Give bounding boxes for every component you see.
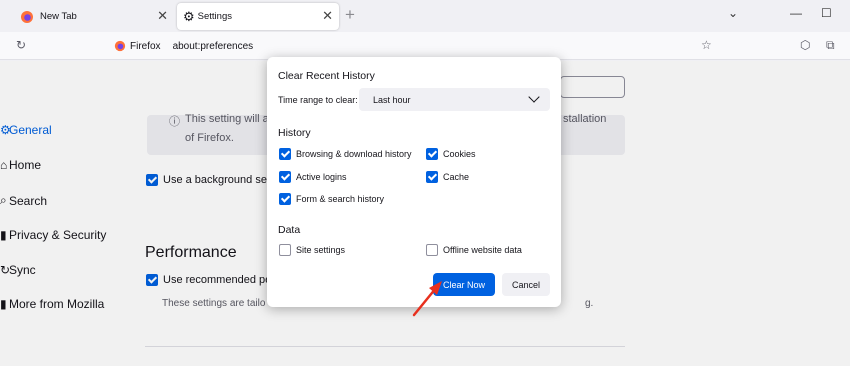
checkbox-label: Cookies bbox=[443, 149, 476, 159]
tab-strip: New Tab ✕ ⚙ Settings ✕ + ⌄ — ☐ bbox=[0, 0, 850, 32]
reload-icon[interactable]: ↻ bbox=[16, 38, 26, 52]
nav-bar: ↻ Firefox about:preferences ☆ ⬡ ⧉ bbox=[0, 32, 850, 60]
tab-settings[interactable]: ⚙ Settings ✕ bbox=[177, 3, 339, 30]
checkbox-unchecked[interactable] bbox=[279, 244, 291, 256]
history-heading: History bbox=[278, 127, 311, 139]
time-range-label: Time range to clear: bbox=[278, 95, 358, 105]
maximize-icon[interactable]: ☐ bbox=[821, 6, 832, 20]
identity-box[interactable]: Firefox bbox=[108, 40, 167, 52]
time-range-select[interactable]: Last hour bbox=[359, 88, 550, 111]
data-heading: Data bbox=[278, 224, 301, 236]
chevron-down-icon bbox=[528, 91, 540, 103]
tab-label: Settings bbox=[197, 11, 232, 22]
extensions-icon[interactable]: ⧉ bbox=[826, 38, 835, 53]
identity-label: Firefox bbox=[130, 40, 161, 52]
url-text: about:preferences bbox=[172, 40, 254, 52]
browsing-history-checkbox[interactable]: Browsing & download history bbox=[279, 148, 412, 160]
tab-new-tab[interactable]: New Tab ✕ bbox=[8, 3, 174, 30]
pocket-icon[interactable]: ⬡ bbox=[800, 38, 810, 52]
close-icon[interactable]: ✕ bbox=[322, 9, 333, 23]
url-bar[interactable]: Firefox about:preferences bbox=[108, 35, 728, 57]
site-settings-checkbox[interactable]: Site settings bbox=[279, 244, 345, 256]
checkbox-label: Browsing & download history bbox=[296, 149, 412, 159]
checkbox-unchecked[interactable] bbox=[426, 244, 438, 256]
dialog-title: Clear Recent History bbox=[278, 70, 375, 82]
offline-website-data-checkbox[interactable]: Offline website data bbox=[426, 244, 522, 256]
gear-icon: ⚙ bbox=[183, 8, 195, 24]
time-range-value: Last hour bbox=[373, 94, 411, 105]
minimize-icon[interactable]: — bbox=[790, 6, 802, 20]
form-search-history-checkbox[interactable]: Form & search history bbox=[279, 193, 384, 205]
checkbox-checked[interactable] bbox=[279, 171, 291, 183]
annotation-arrow-icon bbox=[412, 281, 442, 317]
checkbox-label: Active logins bbox=[296, 172, 347, 182]
close-icon[interactable]: ✕ bbox=[157, 9, 168, 23]
active-logins-checkbox[interactable]: Active logins bbox=[279, 171, 347, 183]
checkbox-label: Cache bbox=[443, 172, 470, 182]
checkbox-checked[interactable] bbox=[279, 148, 291, 160]
cookies-checkbox[interactable]: Cookies bbox=[426, 148, 476, 160]
firefox-icon bbox=[21, 10, 33, 23]
checkbox-checked[interactable] bbox=[426, 171, 438, 183]
bookmark-star-icon[interactable]: ☆ bbox=[701, 38, 712, 52]
checkbox-label: Form & search history bbox=[296, 194, 385, 204]
clear-history-dialog: Clear Recent History Time range to clear… bbox=[267, 57, 561, 307]
cache-checkbox[interactable]: Cache bbox=[426, 171, 469, 183]
tab-list-chevron-icon[interactable]: ⌄ bbox=[728, 6, 738, 20]
checkbox-checked[interactable] bbox=[279, 193, 291, 205]
firefox-icon bbox=[114, 40, 126, 52]
checkbox-label: Site settings bbox=[296, 245, 346, 255]
checkbox-checked[interactable] bbox=[426, 148, 438, 160]
cancel-button[interactable]: Cancel bbox=[502, 273, 550, 296]
new-tab-plus-icon[interactable]: + bbox=[345, 5, 355, 25]
checkbox-label: Offline website data bbox=[443, 245, 522, 255]
tab-label: New Tab bbox=[40, 11, 77, 22]
